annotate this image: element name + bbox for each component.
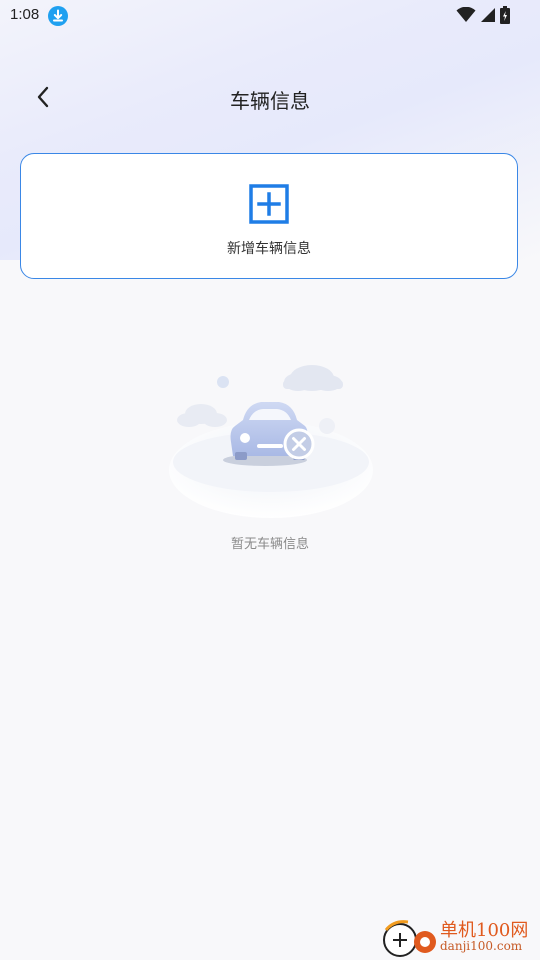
signal-icon [480,7,496,28]
add-vehicle-button[interactable]: 新增车辆信息 [20,153,518,279]
page-title: 车辆信息 [230,91,310,113]
wifi-icon [456,6,476,28]
watermark-logo: 单机100网 danji100.com [380,914,540,960]
page-header: 车辆信息 [0,70,540,126]
car-unavailable-illustration [165,352,377,520]
add-vehicle-label: 新增车辆信息 [227,240,311,256]
plus-square-icon [249,184,289,224]
watermark-subtitle: danji100.com [440,939,523,953]
status-time: 1:08 [10,6,40,23]
status-icons [456,6,510,29]
battery-icon [500,6,510,29]
empty-state-text: 暂无车辆信息 [230,536,309,551]
download-icon [48,6,68,26]
status-bar: 1:08 [0,0,540,32]
